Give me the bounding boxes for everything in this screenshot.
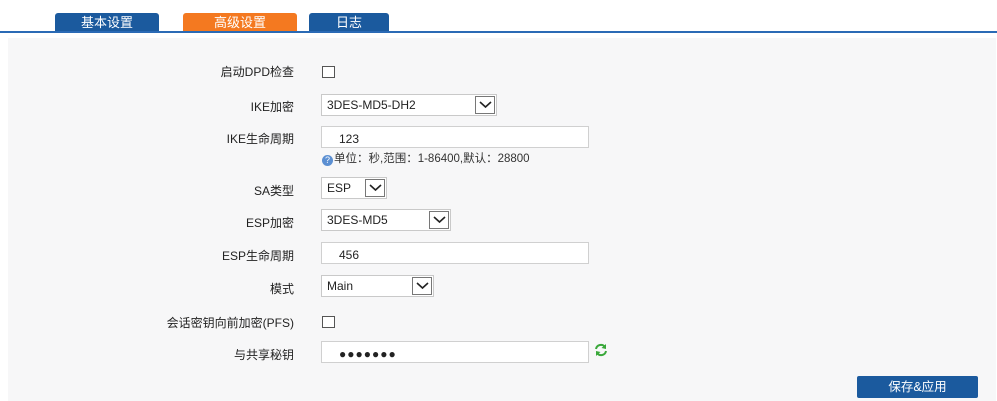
- chevron-down-icon[interactable]: [365, 179, 385, 197]
- ike-lifetime-label: IKE生命周期: [226, 132, 294, 146]
- ike-encrypt-label: IKE加密: [250, 100, 294, 114]
- tab-bar: 基本设置 高级设置 日志: [0, 0, 997, 38]
- psk-label: 与共享秘钥: [233, 348, 294, 362]
- ike-lifetime-hint-text: 单位：秒,范围：1-86400,默认：28800: [334, 153, 530, 165]
- esp-encrypt-label: ESP加密: [245, 216, 294, 230]
- tab-basic-settings[interactable]: 基本设置: [55, 13, 159, 32]
- pfs-checkbox[interactable]: [322, 316, 335, 328]
- tab-log[interactable]: 日志: [309, 13, 389, 32]
- help-circle-icon: ?: [322, 155, 333, 166]
- sa-type-label: SA类型: [253, 184, 294, 198]
- ike-lifetime-hint: ? 单位：秒,范围：1-86400,默认：28800: [322, 150, 530, 166]
- esp-lifetime-label: ESP生命周期: [221, 249, 294, 263]
- sa-type-select[interactable]: ESP: [321, 177, 387, 199]
- chevron-down-icon[interactable]: [429, 211, 449, 229]
- mode-select[interactable]: Main: [321, 275, 434, 297]
- refresh-icon[interactable]: [594, 343, 608, 360]
- pfs-label: 会话密钥向前加密(PFS): [166, 316, 294, 330]
- esp-lifetime-input[interactable]: [321, 242, 589, 264]
- mode-label: 模式: [269, 282, 294, 296]
- save-apply-button[interactable]: 保存&应用: [857, 376, 978, 398]
- sa-type-value: ESP: [327, 181, 352, 195]
- ike-encrypt-select[interactable]: 3DES-MD5-DH2: [321, 94, 497, 116]
- tab-advanced-settings[interactable]: 高级设置: [183, 13, 297, 32]
- mode-value: Main: [327, 279, 354, 293]
- dpd-label: 启动DPD检查: [220, 65, 294, 79]
- ike-lifetime-input[interactable]: [321, 126, 589, 148]
- esp-encrypt-value: 3DES-MD5: [327, 213, 388, 227]
- tab-underline: [0, 31, 997, 33]
- chevron-down-icon[interactable]: [475, 96, 495, 114]
- chevron-down-icon[interactable]: [412, 277, 432, 295]
- ike-encrypt-value: 3DES-MD5-DH2: [327, 98, 416, 112]
- psk-input[interactable]: [321, 341, 589, 363]
- esp-encrypt-select[interactable]: 3DES-MD5: [321, 209, 451, 231]
- dpd-checkbox[interactable]: [322, 66, 335, 78]
